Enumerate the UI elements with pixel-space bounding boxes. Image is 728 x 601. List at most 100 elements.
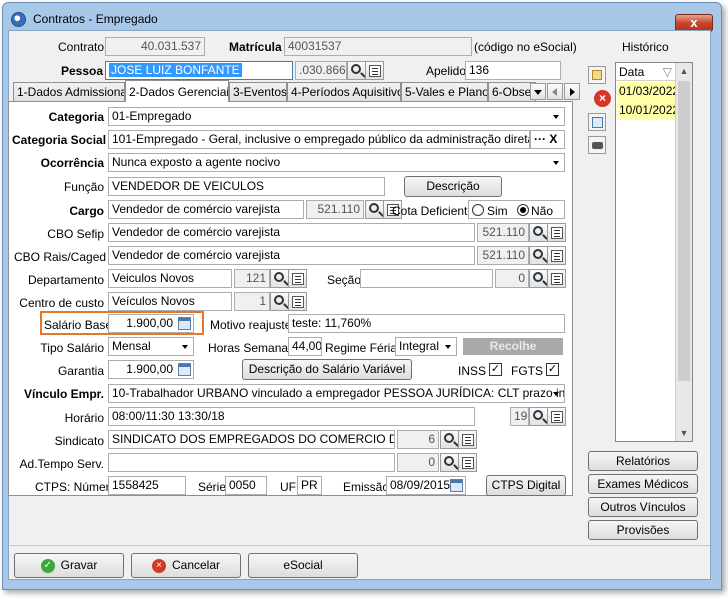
departamento-field[interactable]: Veiculos Novos — [108, 269, 232, 288]
adtempo-search-button[interactable] — [440, 453, 459, 472]
serie-field[interactable]: 0050 — [225, 476, 267, 495]
scroll-down-icon[interactable]: ▼ — [676, 425, 692, 441]
cbo-sefip-list-button[interactable] — [547, 223, 566, 242]
horas-semanais-field[interactable]: 44,00 — [288, 337, 322, 356]
calendar-icon[interactable] — [450, 479, 463, 492]
cota-nao-radio[interactable] — [517, 204, 529, 216]
secao-code-field[interactable]: 0 — [495, 269, 529, 288]
tab-scroll-right-button[interactable] — [564, 83, 580, 100]
cbo-sefip-search-button[interactable] — [529, 223, 548, 242]
calculator-icon[interactable] — [178, 363, 191, 376]
scroll-thumb[interactable] — [678, 81, 690, 381]
emissao-field[interactable]: 08/09/2015 — [386, 476, 466, 495]
tab-periodos-aquisitivos[interactable]: 4-Períodos Aquisitivos — [287, 82, 401, 102]
cbo-rais-list-button[interactable] — [547, 246, 566, 265]
horario-field[interactable]: 08:00/11:30 13:30/18 — [108, 407, 475, 426]
historico-column-header[interactable]: Data ▽ — [616, 63, 675, 81]
provisoes-button[interactable]: Provisões — [588, 520, 698, 540]
cbo-sefip-field[interactable]: Vendedor de comércio varejista — [108, 223, 475, 242]
list-icon — [551, 411, 563, 423]
centro-custo-list-button[interactable] — [288, 292, 307, 311]
centro-custo-field[interactable]: Veículos Novos — [108, 292, 232, 311]
sindicato-search-button[interactable] — [440, 430, 459, 449]
historico-grid[interactable]: Data ▽ 01/03/2022 10/01/2022 ▲ ▼ — [615, 62, 693, 442]
secao-search-button[interactable] — [529, 269, 548, 288]
horario-search-button[interactable] — [529, 407, 548, 426]
cbo-rais-search-button[interactable] — [529, 246, 548, 265]
categoria-social-actions[interactable]: ··· X — [530, 130, 565, 149]
ctps-digital-button[interactable]: CTPS Digital — [486, 475, 566, 496]
secao-field[interactable] — [360, 269, 493, 288]
pessoa-search-button[interactable] — [347, 61, 366, 80]
gravar-button[interactable]: ✓ Gravar — [14, 553, 124, 578]
contrato-field[interactable]: 40.031.537 — [105, 37, 205, 56]
ctps-numero-field[interactable]: 1558425 — [108, 476, 186, 495]
horario-list-button[interactable] — [547, 407, 566, 426]
cargo-search-button[interactable] — [365, 200, 384, 219]
adtempo-field[interactable] — [108, 453, 395, 472]
adtempo-list-button[interactable] — [458, 453, 477, 472]
calculator-icon[interactable] — [178, 317, 191, 330]
motivo-reajuste-field[interactable]: teste: 11,760% — [288, 314, 565, 333]
salario-base-field[interactable]: 1.900,00 — [108, 314, 194, 333]
historico-row[interactable]: 10/01/2022 — [617, 101, 679, 120]
calendar-history-button[interactable] — [588, 113, 606, 131]
cbo-rais-code-field[interactable]: 521.110 — [477, 246, 529, 265]
tab-dados-admissionais[interactable]: 1-Dados Admissionais — [13, 82, 125, 102]
matricula-field[interactable]: 40031537 — [284, 37, 472, 56]
fgts-checkbox[interactable]: ✓ — [546, 363, 559, 376]
uf-field[interactable]: PR — [297, 476, 322, 495]
descricao-salario-variavel-button[interactable]: Descrição do Salário Variável — [242, 359, 412, 380]
vinculo-select[interactable]: 10-Trabalhador URBANO vinculado a empreg… — [108, 384, 565, 403]
centro-custo-code-field[interactable]: 1 — [234, 292, 270, 311]
pessoa-list-button[interactable] — [365, 61, 384, 80]
recolhe-button[interactable]: Recolhe — [463, 338, 563, 355]
esocial-button[interactable]: eSocial — [248, 553, 358, 578]
sindicato-list-button[interactable] — [458, 430, 477, 449]
sindicato-field[interactable]: SINDICATO DOS EMPREGADOS DO COMERCIO DE … — [108, 430, 395, 449]
departamento-code-field[interactable]: 121 — [234, 269, 270, 288]
tab-eventos[interactable]: 3-Eventos — [229, 82, 287, 102]
outros-vinculos-button[interactable]: Outros Vínculos — [588, 497, 698, 517]
cbo-sefip-code-field[interactable]: 521.110 — [477, 223, 529, 242]
cargo-code-field[interactable]: 521.110 — [306, 200, 364, 219]
departamento-search-button[interactable] — [270, 269, 289, 288]
apelido-field[interactable]: 136 — [465, 61, 561, 80]
secao-list-button[interactable] — [547, 269, 566, 288]
tab-observacoes[interactable]: 6-Observ — [488, 82, 536, 102]
horario-code-field[interactable]: 19 — [510, 407, 529, 426]
scroll-up-icon[interactable]: ▲ — [676, 63, 692, 79]
print-history-button[interactable] — [588, 136, 606, 154]
descricao-button[interactable]: Descrição — [404, 176, 502, 197]
regime-ferias-select[interactable]: Integral — [395, 337, 457, 356]
cbo-rais-field[interactable]: Vendedor de comércio varejista — [108, 246, 475, 265]
departamento-list-button[interactable] — [288, 269, 307, 288]
tipo-salario-select[interactable]: Mensal — [108, 337, 194, 356]
historico-row[interactable]: 01/03/2022 — [617, 82, 679, 101]
relatorios-button[interactable]: Relatórios — [588, 451, 698, 471]
funcao-field[interactable]: VENDEDOR DE VEICULOS — [108, 177, 385, 196]
tab-vales-e-planos[interactable]: 5-Vales e Planos — [401, 82, 488, 102]
pessoa-name-field[interactable]: JOSE LUIZ BONFANTE — [105, 61, 293, 80]
title-bar[interactable]: Contratos - Empregado x — [3, 3, 721, 33]
tab-dropdown-button[interactable] — [530, 83, 546, 100]
ocorrencia-select[interactable]: Nunca exposto a agente nocivo — [108, 153, 565, 172]
inss-checkbox[interactable]: ✓ — [489, 363, 502, 376]
cancelar-button[interactable]: × Cancelar — [131, 553, 241, 578]
edit-history-button[interactable] — [588, 66, 606, 84]
cota-sim-radio[interactable] — [472, 204, 484, 216]
pessoa-code-field[interactable]: .030.866 — [295, 61, 347, 80]
historico-scrollbar[interactable]: ▲ ▼ — [675, 63, 692, 441]
delete-history-button[interactable]: × — [594, 90, 611, 107]
categoria-select[interactable]: 01-Empregado — [108, 107, 565, 126]
exames-medicos-button[interactable]: Exames Médicos — [588, 474, 698, 494]
separator — [10, 545, 710, 546]
sindicato-code-field[interactable]: 6 — [397, 430, 439, 449]
centro-custo-search-button[interactable] — [270, 292, 289, 311]
adtempo-code-field[interactable]: 0 — [397, 453, 439, 472]
tab-dados-gerenciais[interactable]: 2-Dados Gerenciais — [125, 80, 229, 102]
categoria-social-field[interactable]: 101-Empregado - Geral, inclusive o empre… — [108, 130, 530, 149]
tab-scroll-left-button[interactable] — [547, 83, 563, 100]
garantia-field[interactable]: 1.900,00 — [108, 360, 194, 379]
cargo-field[interactable]: Vendedor de comércio varejista — [108, 200, 304, 219]
